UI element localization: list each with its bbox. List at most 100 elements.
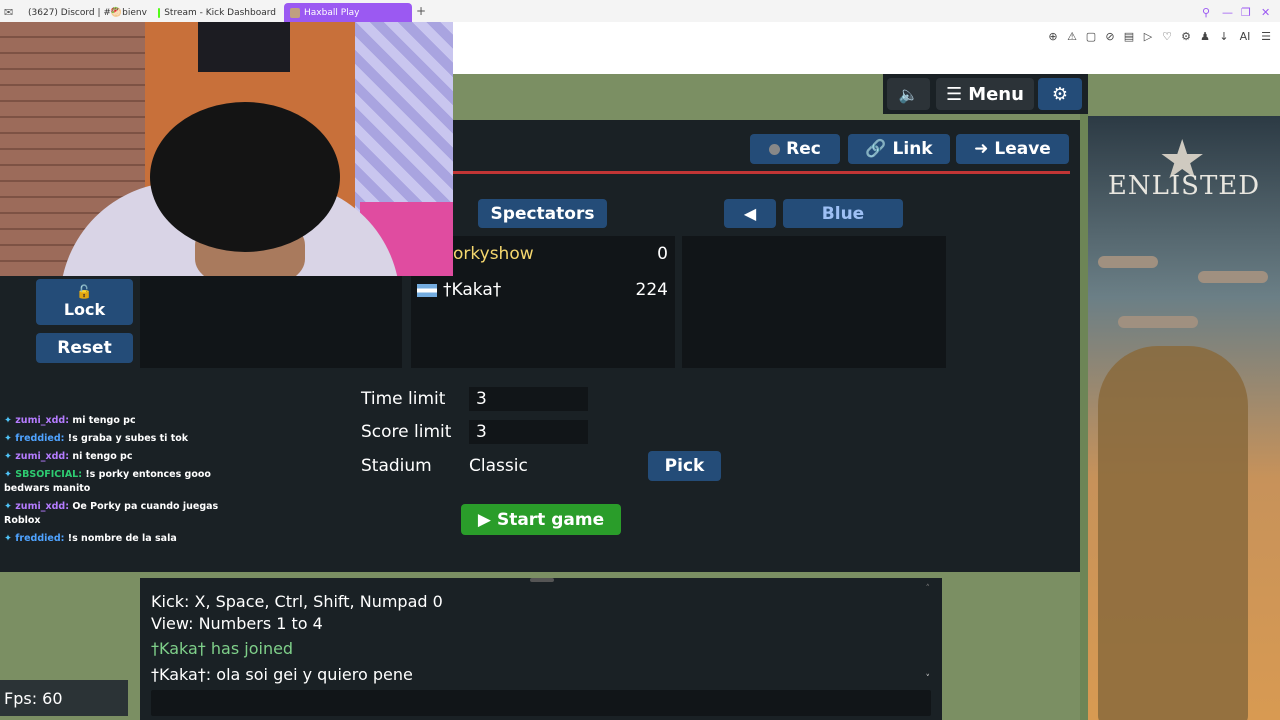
- link-label: Link: [892, 139, 933, 159]
- sound-toggle-button[interactable]: 🔈: [887, 78, 930, 110]
- chat-username: zumi_xdd:: [15, 451, 70, 462]
- background-strip: [1080, 74, 1088, 720]
- tab-haxball[interactable]: Haxball Play: [284, 3, 412, 22]
- pick-stadium-button[interactable]: Pick: [648, 451, 721, 481]
- link-icon: 🔗: [865, 139, 887, 159]
- plane-icon: [1118, 316, 1198, 328]
- hamburger-icon: ☰: [946, 83, 963, 105]
- player-porkyshow[interactable]: orkyshow: [453, 244, 534, 264]
- stream-chat-message: ✦ zumi_xdd: Oe Porky pa cuando juegas Ro…: [4, 500, 254, 528]
- chat-username: freddied:: [15, 533, 65, 544]
- sword-icon: ✦: [4, 415, 12, 426]
- play-icon: ▶: [477, 509, 491, 530]
- start-game-button[interactable]: ▶ Start game: [461, 504, 621, 535]
- speaker-icon: 🔈: [898, 84, 919, 104]
- start-game-label: Start game: [496, 509, 605, 530]
- menu-button[interactable]: ☰ Menu: [936, 78, 1034, 110]
- stadium-label: Stadium: [361, 456, 432, 476]
- player-score: 224: [635, 280, 668, 300]
- settings-button[interactable]: ⚙: [1038, 78, 1082, 110]
- chat-text: ni tengo pc: [72, 451, 133, 462]
- plane-icon: [1198, 271, 1268, 283]
- search-tabs-icon[interactable]: ⚲: [1202, 6, 1210, 19]
- play-icon[interactable]: ▷: [1142, 30, 1154, 43]
- window-menu-icon[interactable]: ✉: [4, 6, 13, 19]
- chat-scroll-up-icon[interactable]: ˄: [926, 584, 931, 594]
- blue-team-list[interactable]: [682, 236, 946, 368]
- sword-icon: ✦: [4, 501, 12, 512]
- webcam-monitor: [198, 22, 290, 72]
- gear-icon: ⚙: [1051, 83, 1069, 105]
- extensions-icon[interactable]: ⚙: [1180, 30, 1192, 43]
- download-icon[interactable]: ↓: [1218, 30, 1230, 43]
- spectators-label: Spectators: [490, 203, 595, 224]
- tab-discord-label: (3627) Discord | #🥙bienv: [28, 7, 147, 18]
- chat-line: View: Numbers 1 to 4: [151, 614, 323, 633]
- heart-icon[interactable]: ♡: [1161, 30, 1173, 43]
- chat-username: zumi_xdd:: [15, 415, 70, 426]
- time-limit-label: Time limit: [361, 389, 446, 409]
- room-header-divider: [453, 171, 1070, 174]
- new-tab-button[interactable]: +: [416, 4, 426, 18]
- time-limit-select[interactable]: 3: [469, 387, 588, 411]
- maximize-icon[interactable]: ❐: [1241, 6, 1251, 19]
- leave-icon: ➜: [974, 139, 989, 159]
- spectators-team-button[interactable]: Spectators: [478, 199, 607, 228]
- stream-chat-message: ✦ zumi_xdd: mi tengo pc: [4, 414, 254, 428]
- chat-username: freddied:: [15, 433, 65, 444]
- minimize-icon[interactable]: —: [1222, 6, 1233, 19]
- chat-text: !s graba y subes ti tok: [67, 433, 189, 444]
- pin-icon[interactable]: ⚠: [1066, 30, 1078, 43]
- player-kaka[interactable]: †Kaka†: [417, 280, 501, 300]
- plane-icon: [1098, 256, 1158, 268]
- record-dot-icon: [769, 143, 781, 155]
- sword-icon: ✦: [4, 451, 12, 462]
- lock-label: Lock: [63, 300, 106, 319]
- block-icon[interactable]: ⊘: [1104, 30, 1116, 43]
- tab-discord[interactable]: (3627) Discord | #🥙bienv: [18, 3, 150, 22]
- tab-kick-dashboard[interactable]: Stream - Kick Dashboard: [152, 3, 282, 22]
- browser-menu-icon[interactable]: ☰: [1260, 30, 1272, 43]
- webcam-overlay: [0, 22, 453, 276]
- stream-chat-message: ✦ SBSOFICIAL: !s porky entonces gooo bed…: [4, 468, 254, 496]
- chat-resize-handle[interactable]: [530, 578, 554, 582]
- unlock-icon: 🔓: [76, 285, 93, 300]
- sword-icon: ✦: [4, 469, 12, 480]
- rec-button[interactable]: Rec: [750, 134, 840, 164]
- stream-chat-message: ✦ zumi_xdd: ni tengo pc: [4, 450, 254, 464]
- link-button[interactable]: 🔗 Link: [848, 134, 950, 164]
- toolbar-icons: ⊕ ⚠ ▢ ⊘ ▤ ▷ ♡ ⚙ ♟ ↓ AI ☰: [1047, 30, 1272, 43]
- profile-icon[interactable]: ♟: [1199, 30, 1211, 43]
- chat-text: mi tengo pc: [72, 415, 136, 426]
- stadium-value: Classic: [469, 456, 528, 476]
- tab-kick-label: Stream - Kick Dashboard: [164, 7, 276, 18]
- chat-scroll-down-icon[interactable]: ˅: [926, 674, 931, 684]
- advertisement-banner[interactable]: ★ ENLISTED: [1088, 116, 1280, 720]
- leave-button[interactable]: ➜ Leave: [956, 134, 1069, 164]
- stream-chat-overlay: ✦ zumi_xdd: mi tengo pc ✦ freddied: !s g…: [4, 414, 254, 550]
- chat-input[interactable]: [151, 690, 931, 716]
- score-limit-select[interactable]: 3: [469, 420, 588, 444]
- translate-icon[interactable]: ▤: [1123, 30, 1135, 43]
- ai-icon[interactable]: AI: [1237, 30, 1253, 43]
- player-name: orkyshow: [453, 244, 534, 264]
- screenshot-icon[interactable]: ▢: [1085, 30, 1097, 43]
- chat-line: †Kaka†: ola soi gei y quiero pene: [151, 665, 413, 684]
- left-arrow-icon: ◀: [743, 204, 757, 223]
- browser-tab-bar: ✉ (3627) Discord | #🥙bienv Stream - Kick…: [0, 0, 1280, 23]
- lock-button[interactable]: 🔓 Lock: [36, 279, 133, 325]
- sword-icon: ✦: [4, 433, 12, 444]
- stream-chat-message: ✦ freddied: !s nombre de la sala: [4, 532, 254, 546]
- chat-username: SBSOFICIAL:: [15, 469, 83, 480]
- player-name: †Kaka†: [443, 280, 502, 300]
- pick-label: Pick: [664, 456, 705, 476]
- move-to-spectators-arrow-button[interactable]: ◀: [724, 199, 776, 228]
- chat-line: †Kaka† has joined: [151, 639, 294, 658]
- reset-button[interactable]: Reset: [36, 333, 133, 363]
- menu-button-label: Menu: [968, 83, 1024, 105]
- zoom-icon[interactable]: ⊕: [1047, 30, 1059, 43]
- kick-favicon-icon: [158, 7, 161, 18]
- close-window-icon[interactable]: ✕: [1261, 6, 1270, 19]
- blue-team-button[interactable]: Blue: [783, 199, 903, 228]
- fps-counter: Fps: 60: [0, 680, 128, 716]
